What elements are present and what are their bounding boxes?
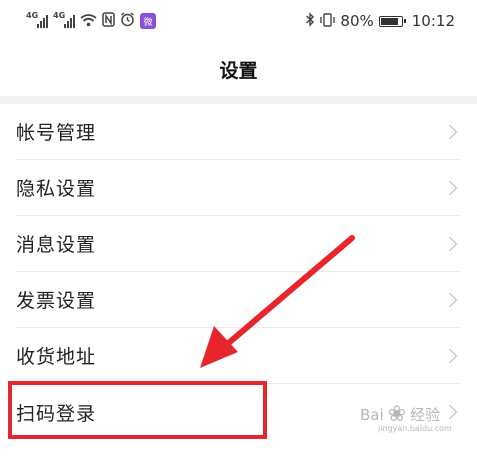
settings-item-label: 发票设置 — [16, 290, 97, 312]
settings-item-account[interactable]: 帐号管理 — [16, 104, 461, 160]
settings-item-label: 消息设置 — [16, 234, 97, 256]
watermark-brand: Bai — [360, 405, 384, 424]
settings-item-label: 隐私设置 — [16, 178, 97, 200]
status-time: 10:12 — [411, 12, 455, 30]
watermark-url: jingyan.baidu.com — [378, 424, 452, 433]
settings-item-address[interactable]: 收货地址 — [16, 328, 461, 384]
app-notification-icon: 微 — [140, 13, 156, 29]
status-bar: 4G 4G 微 80% 10:12 — [0, 0, 477, 42]
settings-item-invoice[interactable]: 发票设置 — [16, 272, 461, 328]
nfc-icon — [102, 12, 115, 30]
watermark: Bai ❀ 经验 jingyan.baidu.com — [360, 402, 452, 433]
signal-icon: 4G — [26, 11, 48, 28]
page-title: 设置 — [219, 59, 258, 82]
settings-item-messages[interactable]: 消息设置 — [16, 216, 461, 272]
chevron-right-icon — [442, 404, 458, 420]
nav-bar: 设置 — [0, 42, 477, 96]
settings-item-privacy[interactable]: 隐私设置 — [16, 160, 461, 216]
chevron-right-icon — [442, 348, 458, 363]
wifi-icon — [80, 13, 97, 30]
watermark-brand-cn: 经验 — [410, 406, 441, 424]
bluetooth-icon — [305, 12, 315, 30]
chevron-right-icon — [442, 236, 458, 251]
chevron-right-icon — [442, 124, 458, 139]
status-right: 80% 10:12 — [305, 12, 455, 30]
section-separator — [0, 96, 477, 104]
signal-icon-2: 4G — [53, 11, 75, 28]
alarm-icon — [120, 12, 135, 30]
settings-item-label: 帐号管理 — [16, 122, 97, 144]
battery-icon — [378, 15, 406, 27]
highlight-box — [8, 381, 267, 439]
vibrate-icon — [320, 12, 336, 30]
battery-percent: 80% — [340, 12, 374, 30]
settings-item-label: 收货地址 — [16, 346, 97, 368]
chevron-right-icon — [442, 292, 458, 307]
chevron-right-icon — [442, 180, 458, 195]
status-left: 4G 4G 微 — [26, 11, 156, 30]
